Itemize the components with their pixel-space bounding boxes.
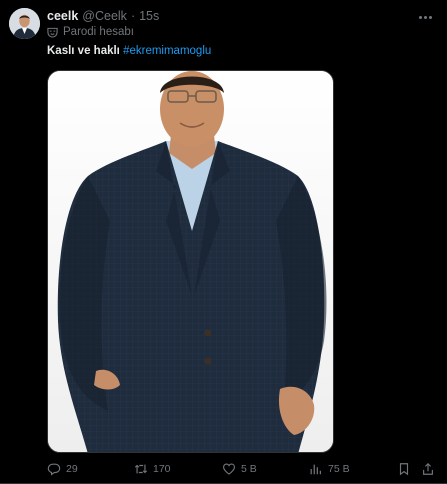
- like-button[interactable]: 5 B: [222, 459, 257, 479]
- retweet-icon: [134, 464, 148, 474]
- tweet-article[interactable]: ceelk @Ceelk · 15s Parodi hesabı Kaslı v…: [0, 0, 447, 484]
- tweet-actions: 29 170 5 B 75 B: [0, 459, 447, 479]
- like-count: 5 B: [241, 463, 257, 475]
- author-display-name[interactable]: ceelk: [47, 9, 78, 23]
- tweet-image[interactable]: [47, 70, 334, 453]
- separator-dot: ·: [130, 9, 136, 23]
- reply-icon: [47, 463, 61, 476]
- views-button[interactable]: 75 B: [309, 459, 350, 479]
- reply-count: 29: [66, 463, 78, 475]
- tweet-timestamp[interactable]: 15s: [139, 9, 159, 23]
- bookmark-icon: [399, 463, 409, 476]
- author-handle[interactable]: @Ceelk: [82, 9, 127, 23]
- parody-mask-icon: [47, 27, 58, 38]
- avatar-photo-icon: [9, 8, 40, 39]
- tweet-text: Kaslı ve haklı #ekremimamoglu: [47, 45, 211, 57]
- reply-button[interactable]: 29: [47, 459, 78, 479]
- hashtag-link[interactable]: #ekremimamoglu: [123, 45, 211, 57]
- tweet-text-body: Kaslı ve haklı: [47, 45, 120, 57]
- parody-label: Parodi hesabı: [47, 26, 134, 38]
- retweet-button[interactable]: 170: [134, 459, 171, 479]
- share-icon: [423, 462, 433, 475]
- bookmark-button[interactable]: [397, 459, 411, 479]
- views-count: 75 B: [328, 463, 350, 475]
- views-chart-icon: [310, 464, 321, 475]
- parody-label-text: Parodi hesabı: [63, 26, 134, 38]
- tweet-header: ceelk @Ceelk · 15s: [47, 9, 159, 23]
- heart-icon: [223, 463, 235, 475]
- retweet-count: 170: [153, 463, 171, 475]
- avatar[interactable]: [9, 8, 40, 39]
- man-in-suit-photo-icon: [48, 71, 333, 452]
- share-button[interactable]: [421, 459, 435, 479]
- more-options-icon[interactable]: [415, 10, 435, 24]
